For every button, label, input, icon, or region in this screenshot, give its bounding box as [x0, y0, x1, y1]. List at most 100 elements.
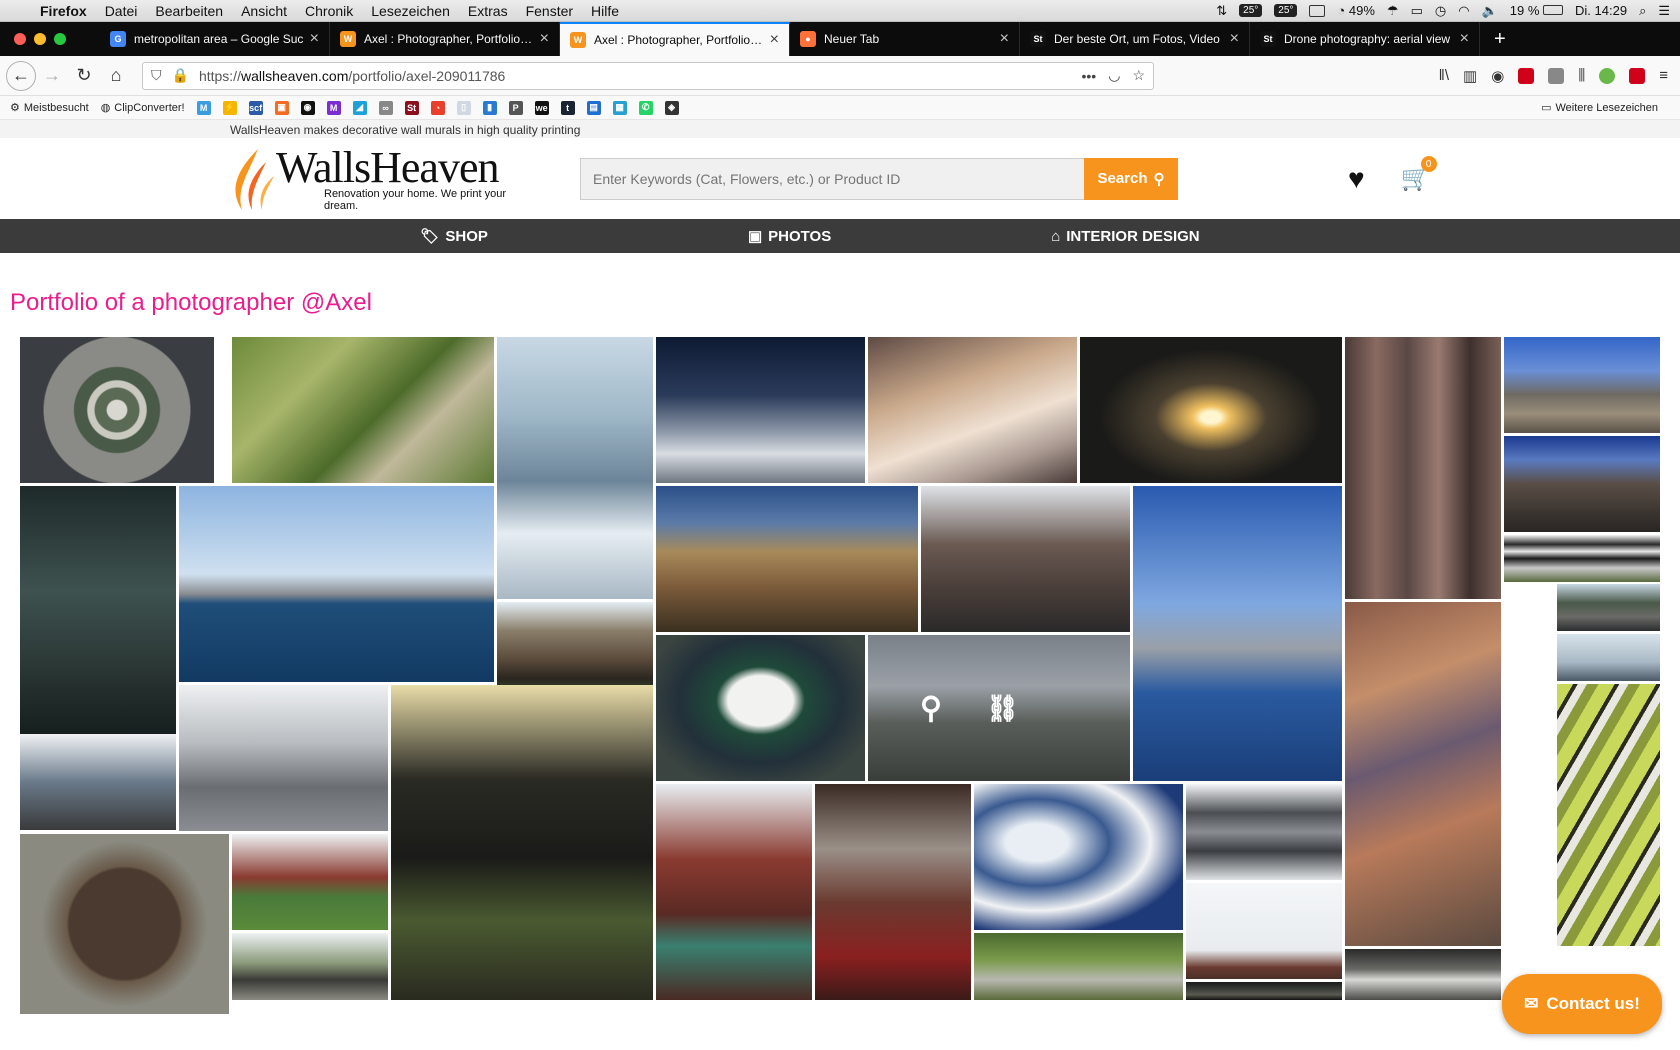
notification-center-icon[interactable]: ☰: [1658, 3, 1670, 19]
sync-icon[interactable]: ⇅: [1216, 3, 1227, 19]
gallery-photo-building-top[interactable]: [20, 734, 176, 830]
gallery-photo-manhole-cover[interactable]: [20, 834, 229, 1014]
bookmark-star-icon[interactable]: ☆: [1132, 67, 1145, 84]
gallery-photo-downtown-skyline[interactable]: [1133, 486, 1342, 781]
temp-badge-1[interactable]: 25°: [1239, 4, 1263, 17]
close-window-button[interactable]: [14, 33, 26, 45]
home-button[interactable]: ⌂: [100, 60, 132, 92]
temp-badge-2[interactable]: 25°: [1274, 4, 1298, 17]
link-icon[interactable]: ⛓: [986, 693, 1019, 724]
menu-window[interactable]: Fenster: [526, 3, 573, 19]
gallery-photo-red-brick-house[interactable]: [656, 784, 812, 1000]
bookmark-favicon-icon[interactable]: ▦: [612, 100, 627, 115]
back-button[interactable]: ←: [6, 60, 36, 91]
bookmark-favicon-icon[interactable]: ▣: [274, 100, 289, 115]
gallery-photo-graffiti-wall[interactable]: [1557, 684, 1660, 946]
lock-icon[interactable]: 🔒: [172, 67, 189, 84]
close-tab-icon[interactable]: ×: [1460, 30, 1469, 48]
browser-tab[interactable]: Gmetropolitan area – Google Suc ×: [100, 22, 330, 56]
close-tab-icon[interactable]: ×: [310, 30, 319, 48]
menu-edit[interactable]: Bearbeiten: [155, 3, 223, 19]
umbrella-icon[interactable]: ☂: [1387, 3, 1399, 19]
gallery-photo-cloudy-sky[interactable]: [974, 784, 1183, 930]
nav-shop[interactable]: 🏷 SHOP: [420, 227, 488, 246]
gallery-photo-aerial-roundabout[interactable]: [20, 337, 214, 483]
gallery-photo-rubble-field[interactable]: ⚲ ⛓: [868, 635, 1130, 781]
nav-photos[interactable]: ▣ PHOTOS: [748, 227, 831, 246]
bookmark-favicon-icon[interactable]: ▮: [482, 100, 497, 115]
bookmark-favicon-icon[interactable]: ◔: [430, 100, 445, 115]
page-actions-icon[interactable]: •••: [1082, 68, 1097, 84]
gallery-photo-graffiti-rubble[interactable]: [1345, 602, 1501, 946]
new-tab-button[interactable]: +: [1480, 22, 1520, 56]
gallery-photo-city-haze[interactable]: [1557, 634, 1660, 681]
menu-help[interactable]: Hilfe: [591, 3, 619, 19]
zoom-icon[interactable]: ⚲: [920, 691, 942, 726]
url-bar[interactable]: ⛉ 🔒 https://wallsheaven.com/portfolio/ax…: [142, 61, 1154, 90]
gallery-photo-ruined-factory[interactable]: [1504, 436, 1660, 532]
gallery-photo-reflection-skyline[interactable]: [1186, 784, 1342, 880]
forward-button[interactable]: →: [36, 60, 68, 92]
menu-file[interactable]: Datei: [105, 3, 138, 19]
gallery-photo-brick-houses-field[interactable]: [232, 834, 388, 930]
gallery-photo-train-station[interactable]: [497, 602, 653, 698]
gallery-photo-dark-tower[interactable]: [20, 486, 176, 748]
gallery-photo-derelict-building[interactable]: [921, 486, 1130, 632]
browser-tab[interactable]: W Axel : Photographer, Portfolio, A ×: [330, 22, 560, 56]
reload-button[interactable]: ↻: [68, 60, 100, 92]
bookmark-favicon-icon[interactable]: we: [534, 100, 549, 115]
wifi-icon[interactable]: ◠: [1458, 3, 1469, 19]
account-icon[interactable]: ◉: [1491, 67, 1504, 85]
gallery-photo-dark-interior[interactable]: [1186, 982, 1342, 1000]
gallery-photo-city-skyline-water[interactable]: [179, 486, 494, 682]
gallery-photo-snowman-toy[interactable]: [656, 635, 865, 781]
cpu-indicator[interactable]: ◔ 49%: [1337, 3, 1375, 18]
gallery-photo-parking-car[interactable]: [1504, 337, 1660, 433]
time-machine-icon[interactable]: ◷: [1435, 3, 1446, 19]
gallery-photo-cable-car-mountain[interactable]: [497, 337, 653, 599]
bookmark-favicon-icon[interactable]: ◈: [664, 100, 679, 115]
bookmark-favicon-icon[interactable]: ✆: [638, 100, 653, 115]
adblock-extension-icon[interactable]: [1518, 67, 1535, 84]
gallery-photo-snowy-peaks[interactable]: [656, 337, 865, 483]
extension-4-icon[interactable]: [1599, 67, 1616, 84]
bookmark-favicon-icon[interactable]: ▯: [456, 100, 471, 115]
pocket-icon[interactable]: ◡: [1108, 67, 1120, 84]
browser-tab[interactable]: ● Neuer Tab ×: [790, 22, 1020, 56]
gallery-photo-aerial-gardens[interactable]: [232, 337, 494, 483]
tracking-shield-icon[interactable]: ⛉: [151, 67, 162, 84]
extension-2-icon[interactable]: [1548, 67, 1565, 84]
gallery-photo-overgrown-facade[interactable]: [1504, 535, 1660, 582]
url-text[interactable]: https://wallsheaven.com/portfolio/axel-2…: [199, 68, 1070, 84]
gallery-photo-industrial-wall[interactable]: [179, 685, 388, 831]
browser-tab[interactable]: St Der beste Ort, um Fotos, Video ×: [1020, 22, 1250, 56]
hamburger-menu-icon[interactable]: ≡: [1659, 67, 1668, 84]
sidebar-icon[interactable]: ▥: [1463, 67, 1477, 85]
battery-indicator[interactable]: 19 %: [1510, 3, 1564, 18]
bookmark-favicon-icon[interactable]: scf: [248, 100, 263, 115]
gallery-photo-station-facade[interactable]: [656, 486, 918, 632]
bookmark-favicon-icon[interactable]: t: [560, 100, 575, 115]
bookmark-favicon-icon[interactable]: ▤: [586, 100, 601, 115]
gallery-photo-misty-slope[interactable]: [868, 337, 1077, 483]
browser-tab[interactable]: W Axel : Photographer, Portfolio, A ×: [560, 22, 790, 56]
gallery-photo-abandoned-sofa[interactable]: [232, 933, 388, 1000]
bookmark-favicon-icon[interactable]: ⚡: [222, 100, 237, 115]
menu-bookmarks[interactable]: Lesezeichen: [371, 3, 450, 19]
close-tab-icon[interactable]: ×: [770, 31, 779, 49]
gallery-photo-white-sky-house[interactable]: [1186, 883, 1342, 979]
nav-interior-design[interactable]: ⌂ INTERIOR DESIGN: [1051, 228, 1199, 245]
bookmark-favicon-icon[interactable]: ◢: [352, 100, 367, 115]
contact-us-button[interactable]: ✉ Contact us!: [1502, 974, 1662, 1034]
menu-history[interactable]: Chronik: [305, 3, 353, 19]
cart-icon[interactable]: 🛒 0: [1401, 156, 1437, 193]
menu-app[interactable]: Firefox: [40, 3, 87, 19]
search-button[interactable]: Search ⚲: [1084, 157, 1178, 200]
minimize-window-button[interactable]: [34, 33, 46, 45]
bookmark-favicon-icon[interactable]: M: [326, 100, 341, 115]
clock[interactable]: Di. 14:29: [1575, 3, 1627, 18]
gallery-photo-burned-debris[interactable]: [1345, 949, 1501, 1000]
gallery-photo-dark-window-reflection[interactable]: [391, 685, 653, 1000]
gallery-photo-light-trails[interactable]: [1080, 337, 1342, 483]
bookmark-clipconverter[interactable]: ◍ ClipConverter!: [101, 101, 185, 115]
